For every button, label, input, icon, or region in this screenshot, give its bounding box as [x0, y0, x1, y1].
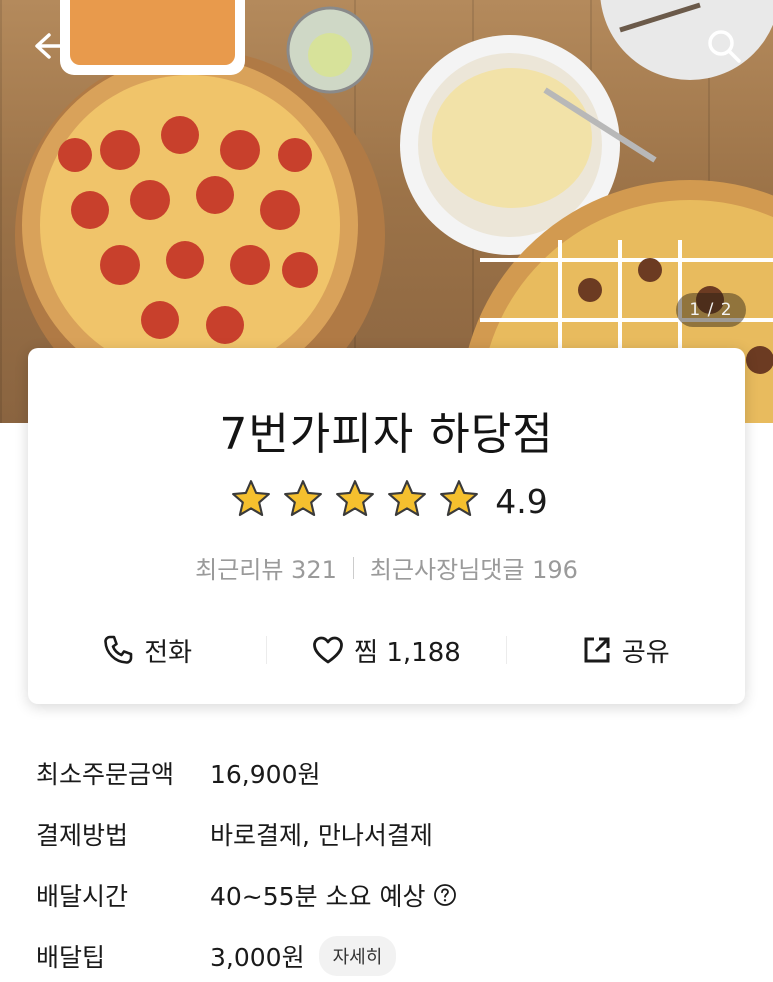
min-order-row: 최소주문금액 16,900원: [36, 742, 736, 803]
star-icon: [336, 480, 375, 517]
search-icon: [708, 30, 741, 63]
delivery-tip-detail-button[interactable]: 자세히: [318, 935, 397, 976]
store-name: 7번가피자 하당점: [219, 409, 554, 460]
delivery-tip-value-group: 3,000원 자세히: [210, 935, 397, 976]
image-counter: 1 / 2: [676, 293, 746, 327]
star-icon: [284, 480, 323, 517]
phone-icon: [104, 635, 133, 664]
delivery-time-value: 40~55분 소요 예상: [210, 881, 426, 911]
divider: [352, 556, 354, 579]
delivery-tip-label: 배달팁: [36, 942, 106, 972]
store-info-list: 최소주문금액 16,900원 결제방법 바로결제, 만나서결제 배달시간 40~…: [36, 742, 736, 982]
min-order-value: 16,900원: [210, 759, 321, 789]
share-icon: [584, 637, 610, 663]
delivery-tip-row: 배달팁 3,000원 자세히: [36, 925, 736, 982]
star-rating: [225, 478, 485, 524]
review-counts: 최근리뷰 321 최근사장님댓글 196: [28, 550, 745, 585]
delivery-time-label: 배달시간: [36, 881, 129, 911]
store-summary-card: 7번가피자 하당점 4.9 최근리뷰 321 최근사장님댓글 196 전화 찜 …: [28, 348, 745, 704]
favorite-button[interactable]: 찜 1,188: [267, 624, 505, 676]
star-icon: [232, 480, 271, 517]
delivery-tip-value: 3,000원: [210, 942, 305, 972]
delivery-time-value-group: 40~55분 소요 예상: [210, 877, 457, 913]
back-button[interactable]: [28, 24, 72, 68]
delivery-time-row: 배달시간 40~55분 소요 예상: [36, 864, 736, 925]
rating-row: 4.9: [28, 478, 745, 524]
min-order-label: 최소주문금액: [36, 759, 175, 789]
rating-value: 4.9: [495, 481, 548, 521]
payment-row: 결제방법 바로결제, 만나서결제: [36, 803, 736, 864]
payment-label: 결제방법: [36, 820, 129, 850]
favorite-count-label: 찜 1,188: [354, 637, 461, 668]
star-icon: [388, 480, 427, 517]
arrow-left-icon: [35, 33, 66, 59]
search-button[interactable]: [702, 24, 746, 68]
heart-icon: [313, 636, 344, 664]
help-circle-icon[interactable]: [433, 883, 457, 907]
share-label: 공유: [621, 637, 670, 668]
share-button[interactable]: 공유: [507, 624, 745, 676]
owner-replies-link[interactable]: 최근사장님댓글 196: [370, 550, 578, 585]
action-bar: 전화 찜 1,188 공유: [28, 624, 745, 676]
star-icon: [440, 480, 479, 517]
call-label: 전화: [144, 637, 193, 668]
call-button[interactable]: 전화: [28, 624, 266, 676]
recent-reviews-link[interactable]: 최근리뷰 321: [195, 550, 337, 585]
payment-value: 바로결제, 만나서결제: [210, 820, 433, 850]
